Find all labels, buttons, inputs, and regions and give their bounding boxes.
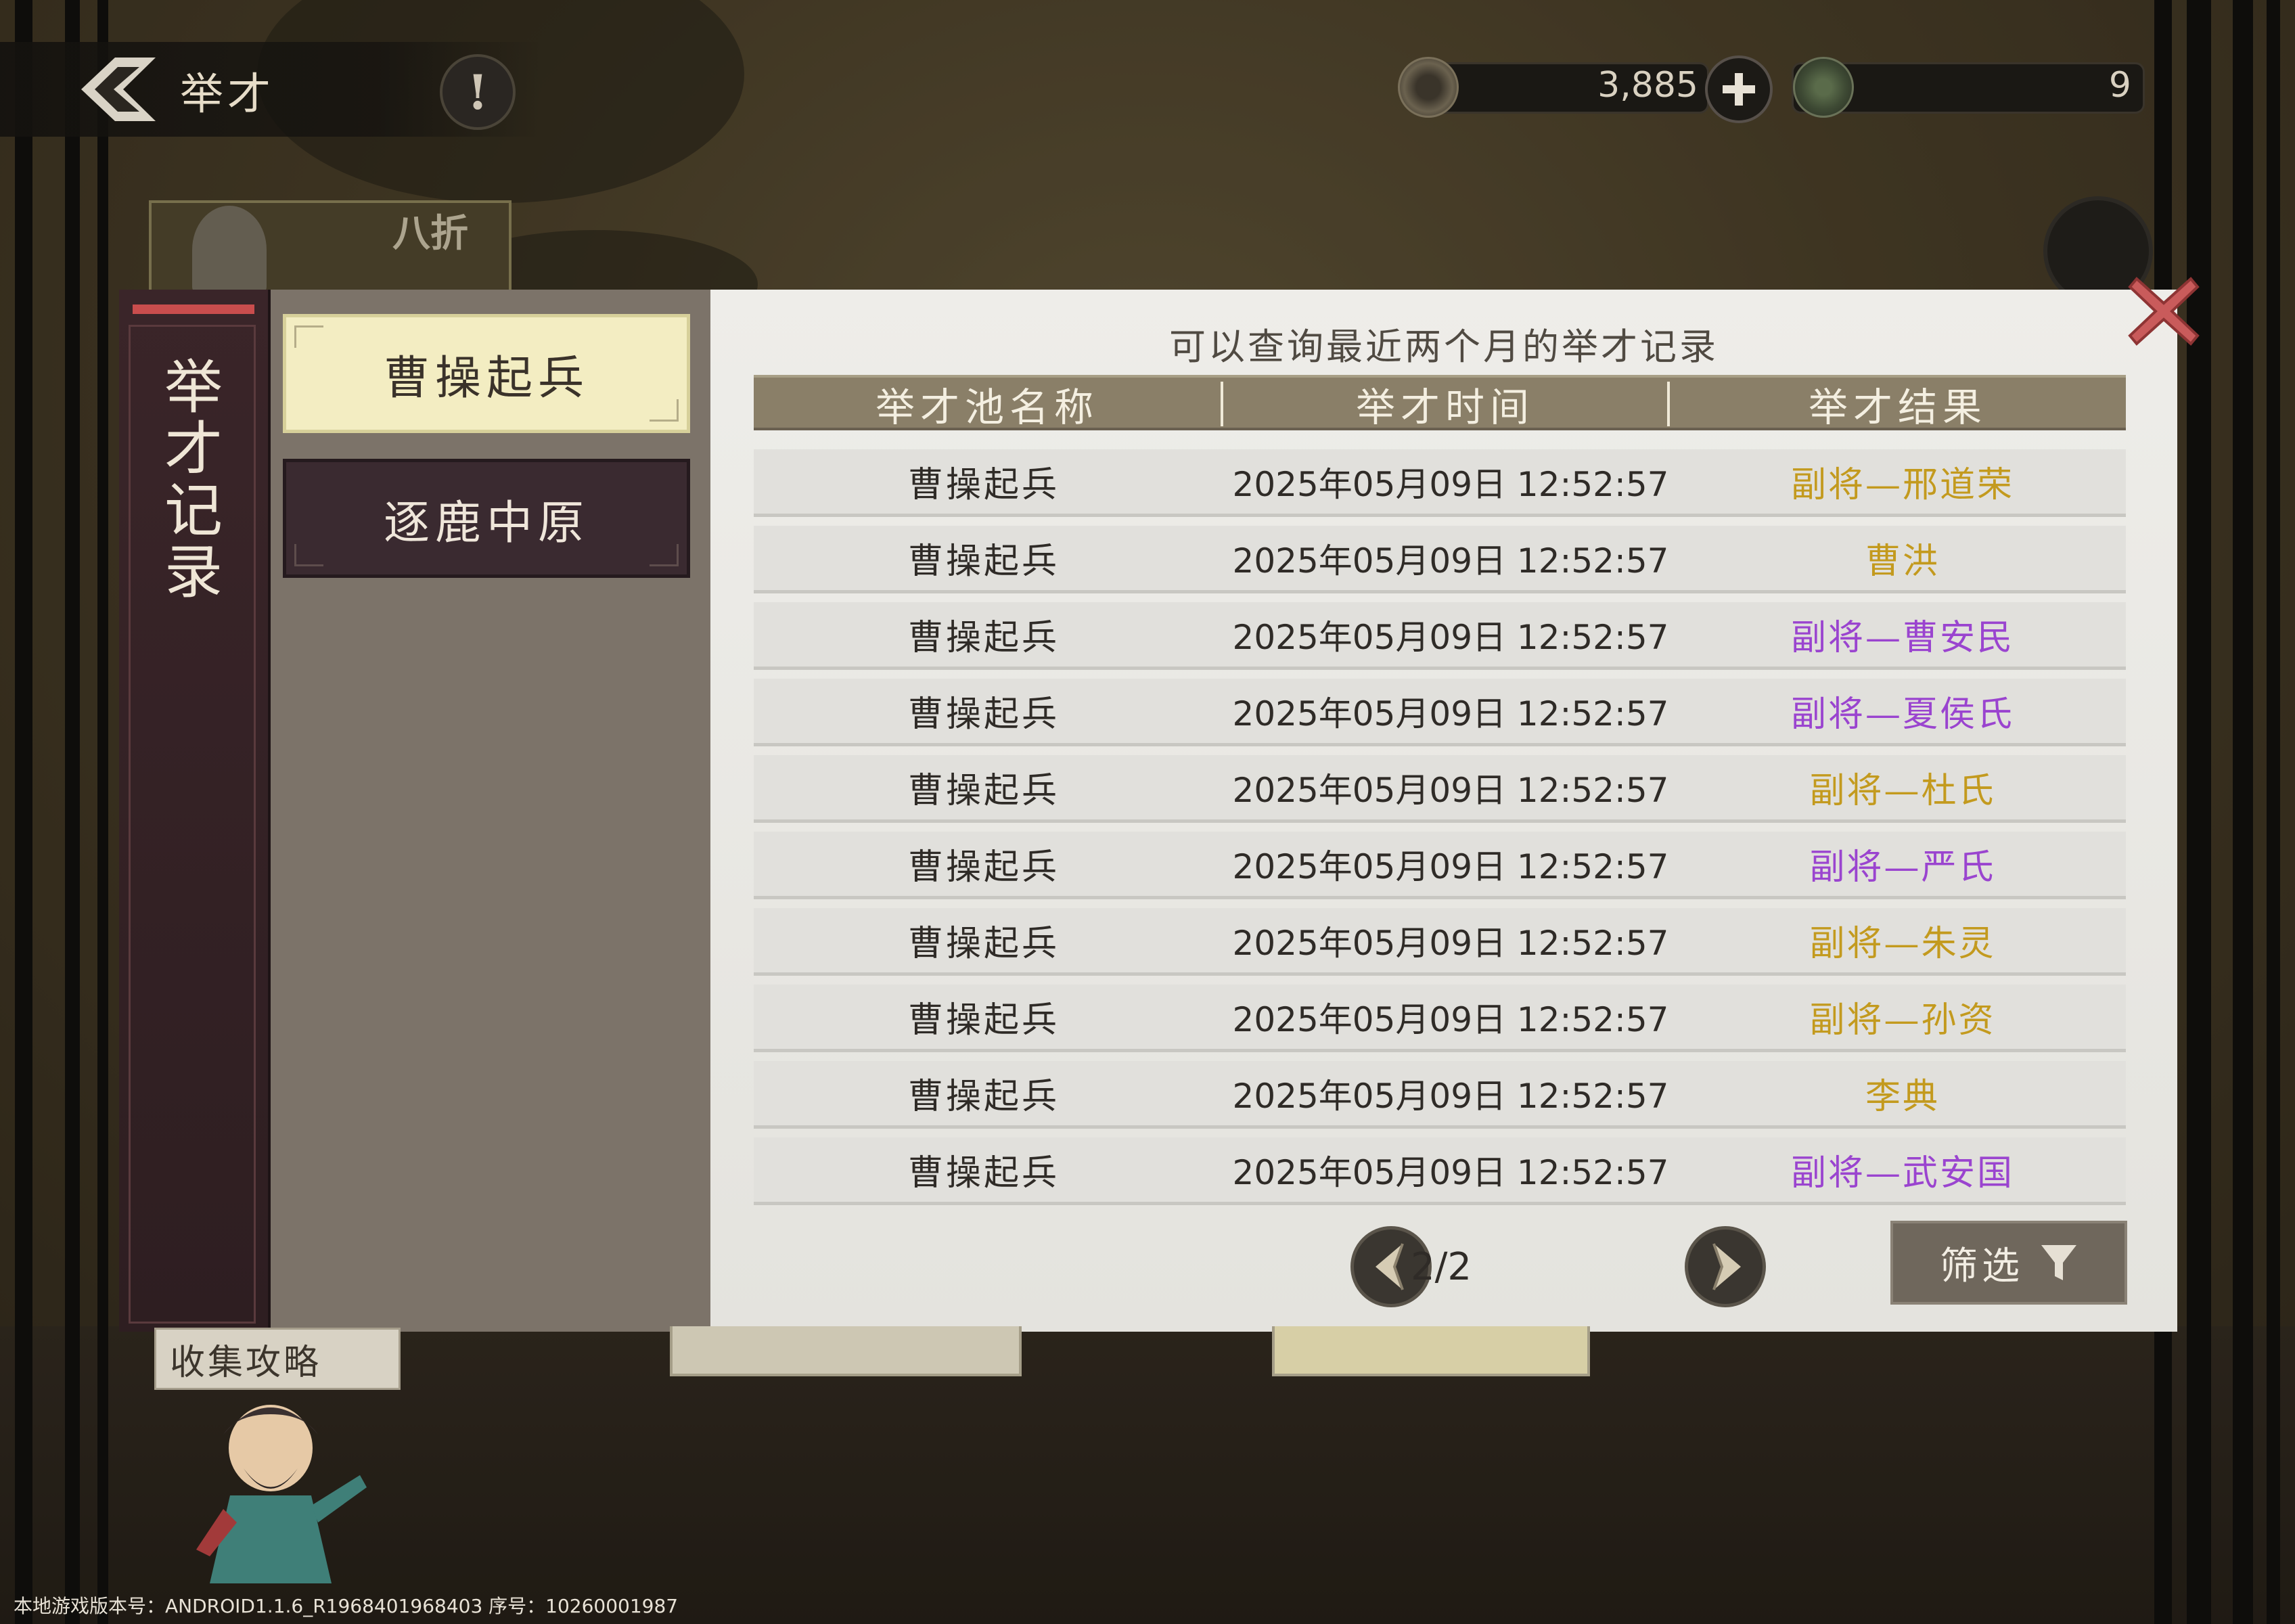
- table-row: 曹操起兵 2025年05月09日 12:52:57 副将—朱灵: [754, 908, 2126, 976]
- tab-corner-ornament: [294, 544, 323, 566]
- cell-time: 2025年05月09日 12:52:57: [1232, 847, 1669, 886]
- add-coins-button[interactable]: [1705, 55, 1773, 123]
- column-header-pool: 举才池名称: [875, 384, 1099, 430]
- cell-pool: 曹操起兵: [907, 618, 1060, 658]
- cell-pool: 曹操起兵: [907, 924, 1060, 964]
- cell-result: 副将—杜氏: [1809, 771, 1996, 811]
- page-title: 举才: [180, 70, 275, 120]
- table-header: 举才池名称 举才时间 举才结果: [754, 375, 2126, 430]
- cell-result: 李典: [1865, 1077, 1940, 1117]
- cell-pool: 曹操起兵: [907, 465, 1060, 505]
- collection-guide-label: 收集攻略: [170, 1342, 322, 1383]
- coin-icon: [1398, 57, 1459, 118]
- token-value: 9: [2108, 65, 2131, 106]
- record-panel: 可以查询最近两个月的举才记录 举才池名称 举才时间 举才结果 曹操起兵 2025…: [710, 290, 2177, 1332]
- cell-pool: 曹操起兵: [907, 771, 1060, 811]
- tab-corner-ornament: [650, 399, 679, 422]
- cell-result: 副将—夏侯氏: [1790, 694, 2014, 735]
- tab-label: 逐鹿中原: [383, 496, 589, 550]
- coin-value: 3,885: [1597, 65, 1698, 106]
- recruit-record-modal: 举才记录 曹操起兵 逐鹿中原 可以查询最近两个月的举才记录 举才池名称 举才时间…: [119, 290, 2177, 1332]
- cell-time: 2025年05月09日 12:52:57: [1232, 464, 1669, 504]
- cell-time: 2025年05月09日 12:52:57: [1232, 923, 1669, 963]
- collection-guide-button[interactable]: 收集攻略: [154, 1328, 401, 1390]
- back-button[interactable]: [68, 49, 169, 130]
- column-header-result: 举才结果: [1808, 384, 1987, 430]
- cell-result: 副将—邢道荣: [1790, 465, 2014, 505]
- filter-label: 筛选: [1940, 1244, 2024, 1288]
- cell-result: 副将—孙资: [1809, 1000, 1996, 1041]
- modal-spine: 举才记录: [119, 290, 271, 1332]
- next-page-button[interactable]: [1685, 1226, 1766, 1307]
- jade-token-icon: [1793, 57, 1854, 118]
- funnel-icon: [2041, 1245, 2076, 1280]
- tab-corner-ornament: [650, 544, 679, 566]
- table-row: 曹操起兵 2025年05月09日 12:52:57 副将—严氏: [754, 832, 2126, 899]
- info-button[interactable]: !: [440, 54, 516, 130]
- cell-time: 2025年05月09日 12:52:57: [1232, 1152, 1669, 1192]
- cell-pool: 曹操起兵: [907, 694, 1060, 735]
- page-indicator: 2/2: [1410, 1245, 1472, 1289]
- cell-result: 副将—严氏: [1809, 847, 1996, 888]
- cell-pool: 曹操起兵: [907, 1000, 1060, 1041]
- cell-time: 2025年05月09日 12:52:57: [1232, 541, 1669, 581]
- mascot-figure: [196, 1405, 367, 1583]
- cell-time: 2025年05月09日 12:52:57: [1232, 999, 1669, 1039]
- spine-accent-bar: [133, 304, 254, 314]
- cell-time: 2025年05月09日 12:52:57: [1232, 770, 1669, 810]
- close-button[interactable]: [2118, 265, 2210, 357]
- tab-zhu-lu-zhong-yuan[interactable]: 逐鹿中原: [283, 459, 690, 578]
- pool-tab-list: 曹操起兵 逐鹿中原: [271, 290, 714, 1332]
- modal-title: 举才记录: [164, 354, 223, 607]
- mascot-character: [183, 1387, 379, 1590]
- cell-time: 2025年05月09日 12:52:57: [1232, 617, 1669, 657]
- tab-label: 曹操起兵: [383, 351, 589, 405]
- table-row: 曹操起兵 2025年05月09日 12:52:57 副将—邢道荣: [754, 449, 2126, 517]
- next-arrow-icon: [1712, 1243, 1741, 1290]
- cell-result: 曹洪: [1865, 541, 1940, 582]
- cell-pool: 曹操起兵: [907, 541, 1060, 582]
- cell-time: 2025年05月09日 12:52:57: [1232, 694, 1669, 734]
- recruit-once-button[interactable]: [670, 1326, 1022, 1376]
- cell-pool: 曹操起兵: [907, 1077, 1060, 1117]
- tab-corner-ornament: [294, 325, 323, 348]
- table-row: 曹操起兵 2025年05月09日 12:52:57 副将—杜氏: [754, 755, 2126, 823]
- cell-time: 2025年05月09日 12:52:57: [1232, 1076, 1669, 1116]
- cell-result: 副将—武安国: [1790, 1153, 2014, 1194]
- back-arrow-icon: [81, 58, 156, 121]
- table-row: 曹操起兵 2025年05月09日 12:52:57 副将—孙资: [754, 985, 2126, 1052]
- recruit-ten-button[interactable]: [1272, 1326, 1590, 1376]
- cell-result: 副将—朱灵: [1809, 924, 1996, 964]
- table-row: 曹操起兵 2025年05月09日 12:52:57 副将—夏侯氏: [754, 679, 2126, 746]
- version-info: 本地游戏版本号：ANDROID1.1.6_R1968401968403 序号：1…: [14, 1595, 679, 1617]
- table-row: 曹操起兵 2025年05月09日 12:52:57 副将—武安国: [754, 1137, 2126, 1205]
- plus-icon: [1723, 73, 1755, 106]
- game-screen: 八折 举才 ! 3,885 9 举才记录 曹操起兵 逐鹿中原 可以查询最近两个月…: [0, 0, 2295, 1624]
- table-row: 曹操起兵 2025年05月09日 12:52:57 曹洪: [754, 526, 2126, 593]
- tab-cao-cao-qi-bing[interactable]: 曹操起兵: [283, 314, 690, 433]
- filter-button[interactable]: 筛选: [1890, 1221, 2127, 1305]
- cell-result: 副将—曹安民: [1790, 618, 2014, 658]
- table-row: 曹操起兵 2025年05月09日 12:52:57 李典: [754, 1061, 2126, 1129]
- column-header-time: 举才时间: [1355, 384, 1535, 430]
- cell-pool: 曹操起兵: [907, 1153, 1060, 1194]
- close-x-icon: [2128, 277, 2200, 346]
- table-row: 曹操起兵 2025年05月09日 12:52:57 副将—曹安民: [754, 602, 2126, 670]
- notice-text: 可以查询最近两个月的举才记录: [1169, 325, 1719, 368]
- cell-pool: 曹操起兵: [907, 847, 1060, 888]
